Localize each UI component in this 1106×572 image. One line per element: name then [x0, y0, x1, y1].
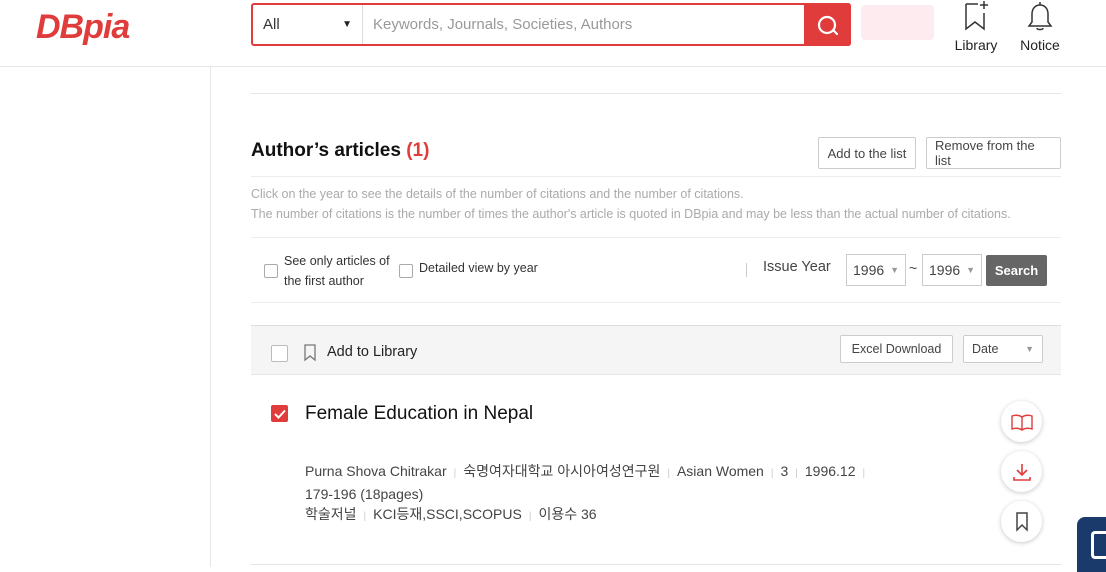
filter-bar: See only articles of the first author De… [251, 237, 1061, 303]
first-author-label[interactable]: See only articles of the first author [284, 251, 394, 291]
open-book-icon [1010, 414, 1033, 431]
article-institute[interactable]: 숙명여자대학교 아시아여성연구원 [463, 463, 660, 479]
add-to-list-button[interactable]: Add to the list [818, 137, 916, 169]
list-toolbar: Add to Library Excel Download Date ▼ [251, 325, 1061, 375]
meta-separator: | [795, 468, 798, 479]
divider [746, 263, 747, 277]
first-author-checkbox[interactable] [264, 264, 278, 278]
search-button[interactable] [804, 3, 851, 46]
search-input[interactable] [363, 5, 804, 44]
year-to-select[interactable]: 1996 ▼ [922, 254, 982, 286]
divider [251, 176, 1061, 177]
promo-button[interactable] [861, 5, 934, 40]
library-label: Library [954, 37, 998, 53]
citation-notice-line: The number of citations is the number of… [251, 207, 1011, 221]
add-to-library-label[interactable]: Add to Library [327, 344, 417, 360]
select-all-checkbox[interactable] [271, 345, 288, 362]
meta-separator: | [453, 468, 457, 479]
sort-select[interactable]: Date ▼ [963, 335, 1043, 363]
sidebar-divider [210, 67, 211, 567]
citation-notice-line: Click on the year to see the details of … [251, 187, 744, 201]
save-to-library-button[interactable] [1001, 501, 1042, 542]
meta-separator: | [667, 468, 670, 479]
article-journal[interactable]: Asian Women [677, 463, 764, 479]
read-button[interactable] [1001, 401, 1042, 442]
library-link[interactable]: Library [950, 0, 1002, 53]
caret-down-icon: ▼ [966, 265, 975, 275]
search-scope-select[interactable]: All ▼ [253, 5, 363, 44]
remove-from-list-button[interactable]: Remove from the list [926, 137, 1061, 169]
caret-down-icon: ▼ [342, 19, 352, 30]
bookmark-icon[interactable] [303, 344, 317, 362]
download-icon [1012, 463, 1031, 481]
chat-icon [1091, 531, 1106, 559]
caret-down-icon: ▼ [890, 265, 899, 275]
section-title-text: Author’s articles [251, 140, 401, 161]
article-meta: Purna Shova Chitrakar | 숙명여자대학교 아시아여성연구원 | A… [305, 461, 905, 505]
article-count: (1) [406, 140, 430, 161]
article-usage: 이용수 36 [538, 506, 597, 522]
meta-separator: | [862, 468, 866, 479]
year-to-value: 1996 [929, 262, 961, 278]
check-icon [273, 409, 286, 419]
year-search-button[interactable]: Search [986, 255, 1047, 286]
divider [251, 93, 1061, 94]
search-icon [817, 15, 838, 35]
issue-year-label: Issue Year [763, 259, 831, 275]
meta-separator: | [363, 511, 367, 522]
site-header: DBpia All ▼ Library Notice [0, 0, 1106, 67]
article-author[interactable]: Purna Shova Chitrakar [305, 463, 447, 479]
article-date: 1996.12 [804, 463, 856, 479]
caret-down-icon: ▼ [1025, 344, 1034, 354]
range-separator: ~ [909, 260, 918, 276]
search-bar: All ▼ [251, 3, 851, 46]
detailed-view-label[interactable]: Detailed view by year [419, 261, 538, 275]
dbpia-logo[interactable]: DBpia [36, 8, 130, 47]
year-from-value: 1996 [853, 262, 885, 278]
sort-value: Date [972, 342, 999, 356]
search-scope-value: All [263, 16, 280, 33]
article-volume[interactable]: 3 [780, 463, 788, 479]
chat-widget-button[interactable] [1077, 517, 1106, 572]
section-title: Author’s articles (1) [251, 140, 429, 162]
year-from-select[interactable]: 1996 ▼ [846, 254, 906, 286]
article-type: 학술저널 [305, 506, 357, 522]
divider [251, 564, 1061, 565]
bookmark-add-icon [965, 1, 988, 31]
detailed-view-checkbox[interactable] [399, 264, 413, 278]
bookmark-icon [1015, 511, 1028, 532]
citation-notice: Click on the year to see the details of … [251, 184, 1011, 224]
download-button[interactable] [1001, 451, 1042, 492]
article-title[interactable]: Female Education in Nepal [305, 403, 533, 425]
excel-download-button[interactable]: Excel Download [840, 335, 953, 363]
article-item: Female Education in Nepal Purna Shova Ch… [251, 375, 1061, 567]
meta-separator: | [528, 511, 532, 522]
article-pages: 179-196 (18pages) [305, 486, 424, 502]
article-meta-secondary: 학술저널 | KCI등재,SSCI,SCOPUS | 이용수 36 [305, 504, 597, 524]
meta-separator: | [770, 468, 774, 479]
article-checkbox[interactable] [271, 405, 288, 422]
notice-label: Notice [1020, 37, 1060, 53]
article-index: KCI등재,SSCI,SCOPUS [373, 506, 522, 522]
bell-icon [1027, 2, 1053, 31]
notice-link[interactable]: Notice [1014, 0, 1066, 53]
